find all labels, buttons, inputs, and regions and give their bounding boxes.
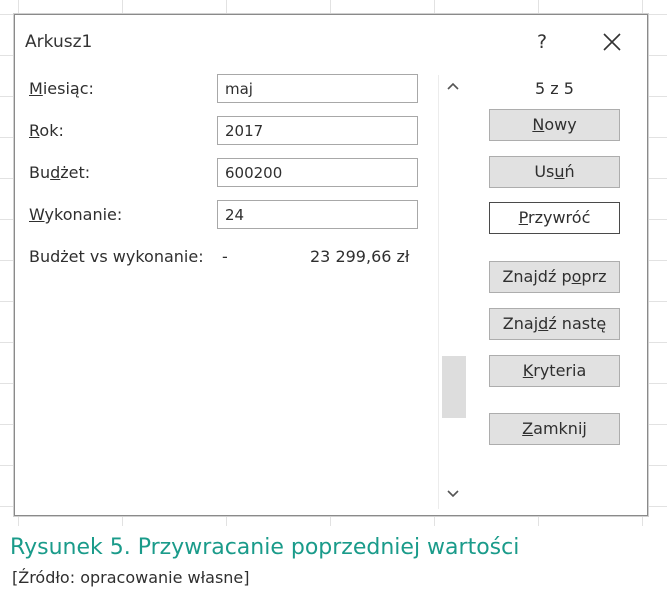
label-wykonanie: Wykonanie: [29,205,123,224]
dialog-title: Arkusz1 [25,32,93,52]
wykonanie-input[interactable] [217,200,418,229]
criteria-button[interactable]: Kryteria [489,355,620,387]
figure-source: [Źródło: opracowanie własne] [12,568,250,587]
close-button[interactable]: Zamknij [489,413,620,445]
label-miesiac: Miesiąc: [29,79,94,98]
record-counter: 5 z 5 [535,79,574,98]
chevron-up-icon[interactable] [439,79,467,101]
record-scrollbar[interactable] [438,75,467,509]
label-rok: Rok: [29,121,64,140]
close-icon[interactable] [599,29,625,55]
label-budzet: Budżet: [29,163,91,182]
restore-button[interactable]: Przywróć [489,202,620,234]
find-next-button[interactable]: Znajdź nastę [489,308,620,340]
calculated-field-label: Budżet vs wykonanie: [29,247,204,266]
find-previous-button[interactable]: Znajdź poprz [489,261,620,293]
help-button[interactable]: ? [531,29,553,55]
delete-button[interactable]: Usuń [489,156,620,188]
calculated-field-dash: - [222,247,228,266]
new-button[interactable]: Nowy [489,109,620,141]
rok-input[interactable] [217,116,418,145]
dialog-titlebar: Arkusz1 ? [15,15,647,67]
data-form-dialog: Arkusz1 ? Miesiąc: Rok: Budżet: Wykonani… [14,14,648,516]
scroll-thumb[interactable] [442,356,466,418]
chevron-down-icon[interactable] [439,485,467,507]
miesiac-input[interactable] [217,74,418,103]
budzet-input[interactable] [217,158,418,187]
calculated-field-value: 23 299,66 zł [310,247,410,266]
figure-caption: Rysunek 5. Przywracanie poprzedniej wart… [10,535,520,560]
